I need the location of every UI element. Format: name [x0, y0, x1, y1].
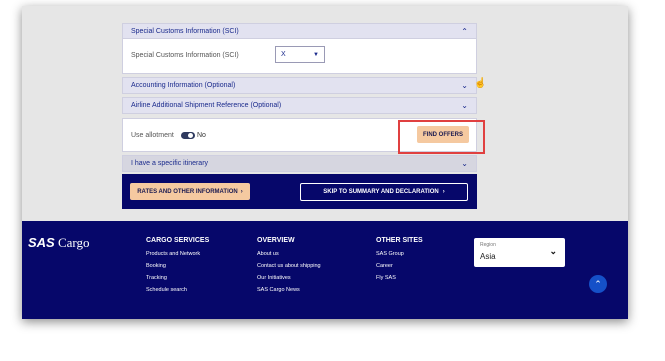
action-bar: RATES AND OTHER INFORMATION › SKIP TO SU… [122, 174, 477, 209]
sci-select[interactable]: X ▼ [275, 46, 325, 63]
sas-cargo-logo[interactable]: SAS Cargo [28, 235, 90, 251]
footer-link[interactable]: SAS Cargo News [257, 287, 300, 293]
rates-info-button[interactable]: RATES AND OTHER INFORMATION › [130, 183, 250, 200]
footer-link[interactable]: Career [376, 263, 393, 269]
sci-field-label: Special Customs Information (SCI) [131, 52, 239, 59]
footer-link[interactable]: Schedule search [146, 287, 187, 293]
footer-link[interactable]: Booking [146, 263, 166, 269]
sci-section-body: Special Customs Information (SCI) X ▼ [122, 39, 477, 74]
itinerary-section-header[interactable]: I have a specific itinerary ⌄ [122, 155, 477, 172]
skip-to-summary-label: SKIP TO SUMMARY AND DECLARATION [323, 189, 439, 195]
overview-title: OVERVIEW [257, 237, 295, 244]
chevron-up-icon: ⌃ [461, 26, 468, 36]
region-select[interactable]: Region Asia ⌄ [474, 238, 565, 267]
arrow-right-icon: › [240, 188, 243, 195]
caret-down-icon: ▼ [313, 51, 319, 58]
accounting-section-title: Accounting Information (Optional) [131, 82, 236, 89]
skip-to-summary-button[interactable]: SKIP TO SUMMARY AND DECLARATION › [300, 183, 468, 201]
airline-ref-section-title: Airline Additional Shipment Reference (O… [131, 102, 282, 109]
chevron-down-icon: ⌄ [549, 246, 557, 256]
footer-link[interactable]: Contact us about shipping [257, 263, 321, 269]
region-value: Asia [480, 252, 496, 261]
region-label: Region [480, 242, 496, 248]
chevron-down-icon: ⌄ [461, 81, 468, 90]
allotment-label: Use allotment [131, 132, 174, 139]
highlight-box [398, 120, 485, 154]
accounting-section-header[interactable]: Accounting Information (Optional) ⌄ [122, 77, 477, 94]
itinerary-section-title: I have a specific itinerary [131, 160, 209, 167]
sci-section-header[interactable]: Special Customs Information (SCI) ⌃ [122, 23, 477, 39]
logo-brand: SAS [28, 235, 55, 250]
arrow-right-icon: › [442, 189, 445, 195]
footer-link[interactable]: Tracking [146, 275, 167, 281]
footer-link[interactable]: Our Initiatives [257, 275, 291, 281]
sci-select-value: X [281, 51, 286, 58]
browser-frame: Special Customs Information (SCI) ⌃ Spec… [22, 6, 628, 319]
airline-ref-section-header[interactable]: Airline Additional Shipment Reference (O… [122, 97, 477, 114]
cargo-services-title: CARGO SERVICES [146, 237, 210, 244]
allotment-toggle[interactable] [181, 132, 195, 139]
sci-section-title: Special Customs Information (SCI) [131, 27, 239, 35]
footer-link[interactable]: Fly SAS [376, 275, 396, 281]
arrow-up-icon: ⌃ [594, 278, 602, 289]
chevron-down-icon: ⌄ [461, 101, 468, 110]
logo-text: Cargo [57, 235, 90, 250]
allotment-value: No [197, 132, 206, 139]
footer-link[interactable]: SAS Group [376, 251, 404, 257]
back-to-top-button[interactable]: ⌃ [589, 275, 607, 293]
site-footer: SAS Cargo CARGO SERVICES Products and Ne… [22, 221, 628, 319]
footer-link[interactable]: About us [257, 251, 279, 257]
hand-pointer-icon: ☝ [474, 78, 487, 89]
chevron-down-icon: ⌄ [461, 159, 468, 168]
other-sites-title: OTHER SITES [376, 237, 423, 244]
footer-link[interactable]: Products and Network [146, 251, 200, 257]
rates-info-label: RATES AND OTHER INFORMATION [137, 188, 238, 195]
